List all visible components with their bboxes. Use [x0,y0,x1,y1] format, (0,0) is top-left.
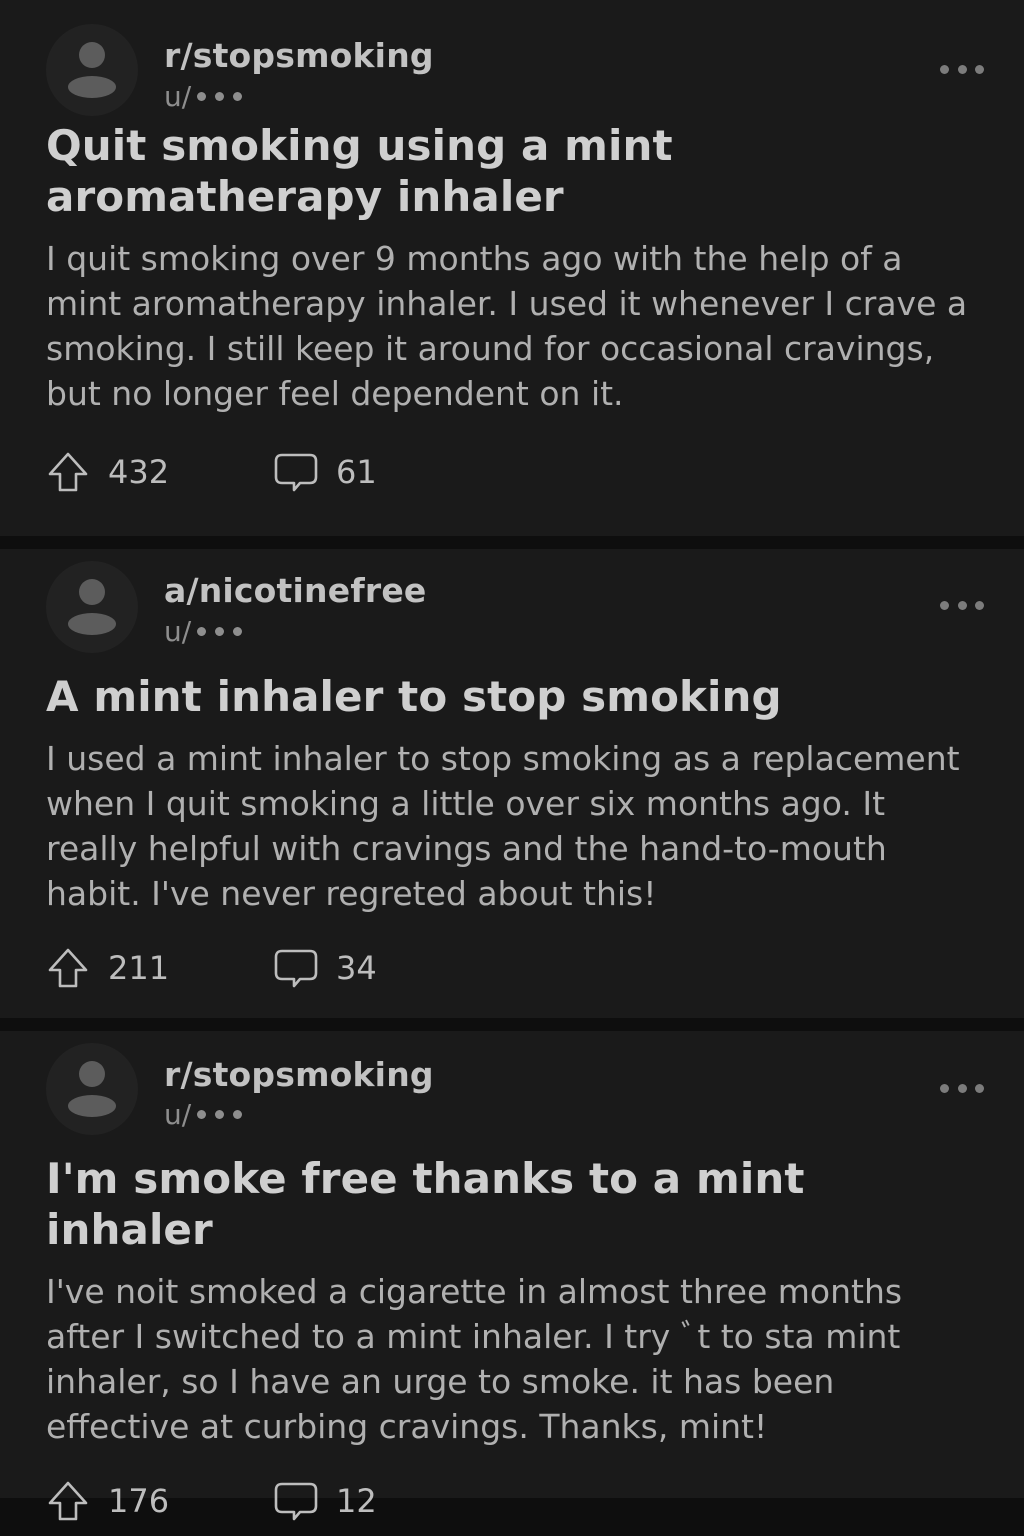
upvote-arrow-icon [46,1479,90,1523]
post-actions: 211 34 [46,946,978,996]
comment-bubble-icon [274,1479,318,1523]
post-title[interactable]: I'm smoke free thanks to a mint inhaler [46,1153,978,1255]
username[interactable]: u/ [164,1098,243,1131]
community-name[interactable]: a/nicotinefree [164,571,427,610]
user-avatar-icon[interactable] [46,561,138,653]
user-avatar-icon[interactable] [46,1043,138,1135]
comments-button[interactable]: 61 [274,450,377,494]
more-options-icon[interactable] [940,1081,984,1095]
username-prefix: u/ [164,615,192,648]
post-actions: 176 12 [46,1479,978,1529]
community-name[interactable]: r/stopsmoking [164,36,434,75]
comment-bubble-icon [274,450,318,494]
more-options-icon[interactable] [940,62,984,76]
post-header: a/nicotinefree u/ [46,549,984,665]
username-prefix: u/ [164,80,192,113]
upvote-button[interactable]: 432 [46,450,169,494]
post-title[interactable]: Quit smoking using a mint aromatherapy i… [46,120,978,222]
username-prefix: u/ [164,1098,192,1131]
upvote-count: 176 [108,1482,170,1520]
comment-bubble-icon [274,946,318,990]
upvote-arrow-icon [46,946,90,990]
post-body: I've noit smoked a cigarette in almost t… [46,1272,903,1446]
comment-count: 34 [336,949,377,987]
more-options-icon[interactable] [940,598,984,612]
upvote-button[interactable]: 176 [46,1479,169,1523]
upvote-button[interactable]: 211 [46,946,169,990]
post-header: r/stopsmoking u/ [46,1031,984,1147]
username[interactable]: u/ [164,615,243,648]
post-body: I quit smoking over 9 months ago with th… [46,239,968,413]
comment-count: 12 [336,1482,377,1520]
community-name[interactable]: r/stopsmoking [164,1055,434,1094]
user-avatar-icon[interactable] [46,24,138,116]
post-header: r/stopsmoking u/ [46,0,984,116]
masked-username-dots [197,627,243,636]
masked-username-dots [197,1110,243,1119]
upvote-arrow-icon [46,450,90,494]
username[interactable]: u/ [164,80,243,113]
post-title[interactable]: A mint inhaler to stop smoking [46,671,978,722]
post-card[interactable]: r/stopsmoking u/ Quit smoking using a mi… [0,0,1024,536]
post-body: I used a mint inhaler to stop smoking as… [46,739,960,913]
comments-button[interactable]: 34 [274,946,377,990]
post-card[interactable]: a/nicotinefree u/ A mint inhaler to stop… [0,549,1024,1018]
post-feed: r/stopsmoking u/ Quit smoking using a mi… [0,0,1024,1536]
post-actions: 432 61 [46,450,978,500]
post-card[interactable]: r/stopsmoking u/ I'm smoke free thanks t… [0,1031,1024,1521]
upvote-count: 211 [108,949,170,987]
comment-count: 61 [336,453,377,491]
masked-username-dots [197,92,243,101]
upvote-count: 432 [108,453,170,491]
comments-button[interactable]: 12 [274,1479,377,1523]
